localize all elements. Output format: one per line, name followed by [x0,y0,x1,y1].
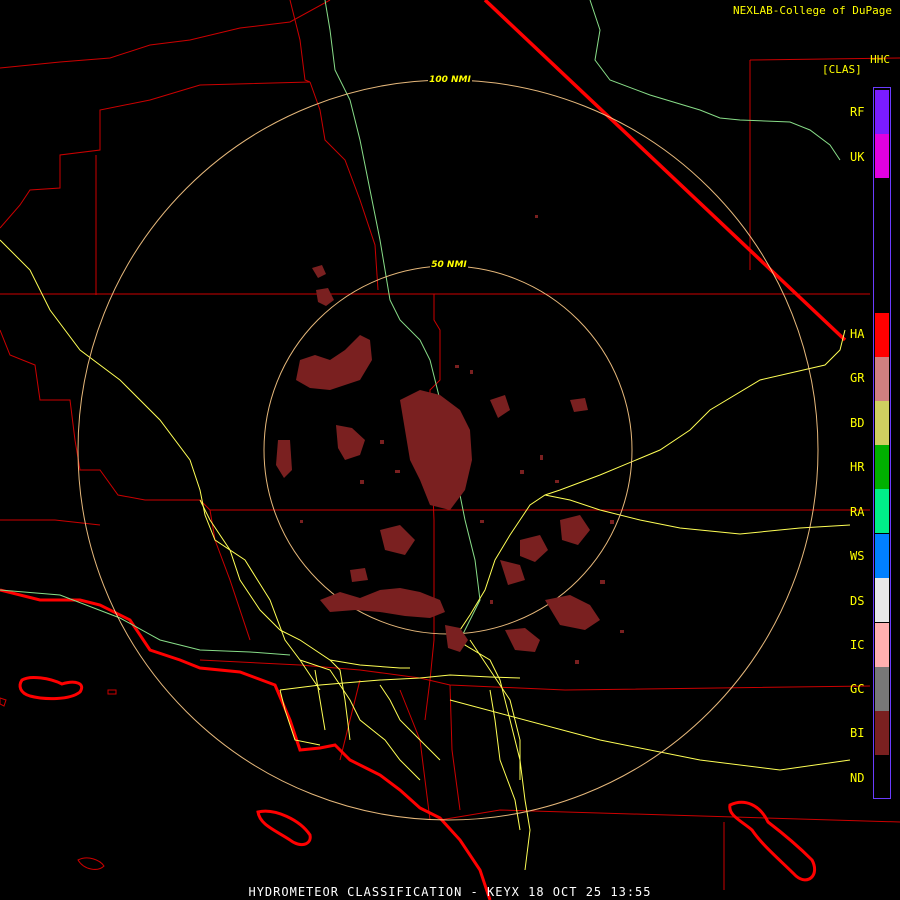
legend-label-ic: IC [850,638,865,652]
legend-swatch-ds [875,578,889,622]
legend-swatch-ha [875,313,889,357]
legend-swatch-bd [875,401,889,445]
islands [18,675,817,882]
legend-swatch-ra [875,489,889,533]
legend-swatch-nd [875,755,889,797]
legend-swatch-uk [875,134,889,178]
legend-swatch-rf [875,90,889,134]
credit-label: NEXLAB-College of DuPage [733,4,892,17]
product-sub-label: [CLAS] [822,63,862,76]
legend-label-gr: GR [850,371,865,385]
legend-swatch-ic [875,623,889,667]
product-code-label: HHC [870,53,890,66]
legend-label-bd: BD [850,416,865,430]
legend-label-rf: RF [850,105,865,119]
small-islands [0,689,117,870]
legend-color-bar [873,87,891,799]
legend-label-gc: GC [850,682,865,696]
legend-swatch-bi [875,711,889,755]
radar-map: 100 NMI 50 NMI [0,0,900,900]
legend-swatch-gr [875,357,889,401]
legend-swatch-gc [875,667,889,711]
legend-label-bi: BI [850,726,865,740]
ring-label-100: 100 NMI [429,75,471,85]
legend-swatch-ws [875,534,889,578]
radar-echoes [276,265,600,652]
highways [0,239,851,871]
ring-label-50: 50 NMI [431,260,467,270]
product-footer: HYDROMETEOR CLASSIFICATION - KEYX 18 OCT… [248,885,652,899]
rivers [0,0,841,656]
legend-swatch-hr [875,445,889,489]
legend-label-uk: UK [850,150,865,164]
legend-label-ra: RA [850,505,865,519]
legend-label-hr: HR [850,460,865,474]
state-boundary [483,0,847,342]
legend-label-ha: HA [850,327,865,341]
legend-label-ds: DS [850,594,865,608]
legend-label-nd: ND [850,771,865,785]
legend-label-ws: WS [850,549,865,563]
coastline [0,588,492,900]
